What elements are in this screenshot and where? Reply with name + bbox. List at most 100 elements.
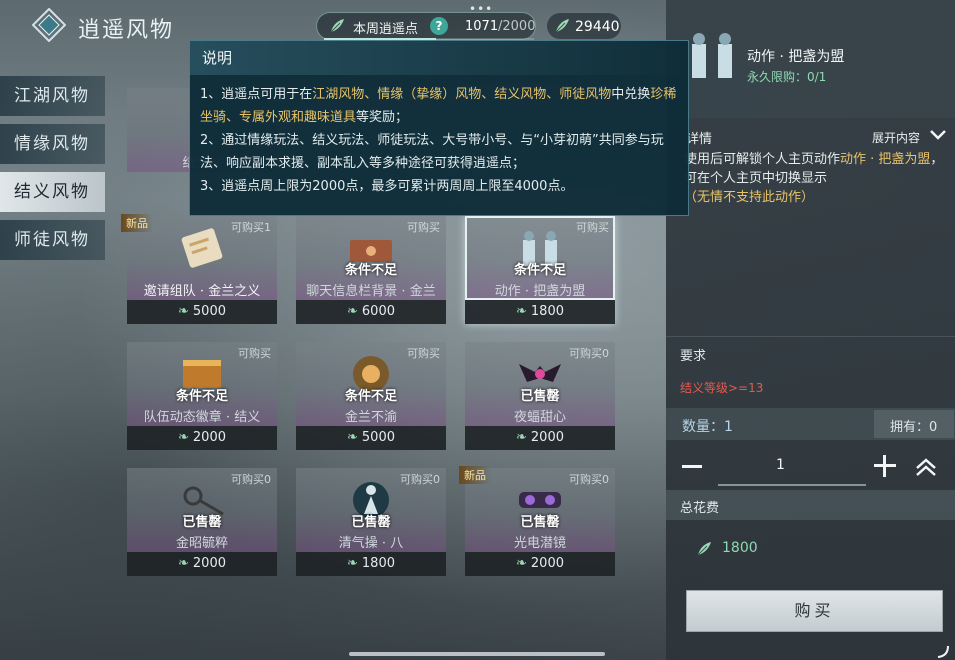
- detail-description: 使用后可解锁个人主页动作动作 · 把盏为盟，可在个人主页中切换显示 （无情不支持…: [684, 152, 944, 205]
- leaf-icon: ❧: [347, 430, 358, 445]
- tooltip-body: 1、逍遥点可用于在江湖风物、情缘（挚缘）风物、结义风物、师徒风物中兑换珍稀坐骑、…: [200, 83, 684, 198]
- card-buy-limit: 可购买: [407, 221, 440, 234]
- max-quantity-icon[interactable]: [914, 456, 938, 478]
- quantity-input[interactable]: 1: [776, 457, 785, 473]
- card-status: 条件不足: [175, 389, 228, 404]
- owned-label: 拥有：0: [890, 420, 938, 435]
- buy-button[interactable]: 购买: [686, 590, 943, 632]
- leaf-icon: ❧: [347, 304, 358, 319]
- quantity-label: 数量：1: [682, 419, 733, 435]
- card-status: 已售罄: [182, 515, 222, 530]
- card-status: 已售罄: [351, 515, 391, 530]
- card-price: ❧ 2000: [465, 426, 615, 450]
- card-buy-limit: 可购买0: [231, 473, 271, 486]
- card-name: 邀请组队 · 金兰之义: [143, 284, 261, 299]
- help-icon[interactable]: ?: [430, 17, 448, 35]
- card-buy-limit: 可购买0: [569, 347, 609, 360]
- new-tag: 新品: [121, 214, 153, 232]
- leaf-icon: [697, 542, 711, 556]
- tooltip-title: 说明: [190, 41, 688, 75]
- tab-jianghu[interactable]: 江湖风物: [0, 76, 105, 116]
- tab-qingyuan[interactable]: 情缘风物: [0, 124, 105, 164]
- card-name: 光电潜镜: [513, 536, 566, 551]
- card-price: ❧ 5000: [296, 426, 446, 450]
- shop-card[interactable]: 可购买 条件不足 队伍动态徽章 · 结义 ❧ 2000: [127, 342, 277, 450]
- points-max: /2000: [498, 19, 536, 34]
- shop-card[interactable]: 新品 可购买1 邀请组队 · 金兰之义 ❧ 5000: [121, 214, 277, 324]
- card-status: 条件不足: [344, 389, 397, 404]
- card-name: 夜蝠甜心: [513, 410, 566, 425]
- card-price: ❧ 2000: [127, 426, 277, 450]
- card-price: ❧ 2000: [465, 552, 615, 576]
- scroll-icon: [181, 228, 223, 268]
- minus-button[interactable]: [682, 456, 704, 476]
- card-price: ❧ 6000: [296, 300, 446, 324]
- card-name: 清气操 · 八: [338, 536, 404, 551]
- new-tag: 新品: [459, 466, 491, 484]
- divider: [666, 336, 955, 337]
- requirement-title: 要求: [680, 349, 707, 364]
- currency-value: 29440: [575, 19, 620, 35]
- shop-card[interactable]: 可购买0 已售罄 金昭毓粹 ❧ 2000: [127, 468, 277, 576]
- points-current: 1071: [465, 19, 499, 34]
- shop-card[interactable]: 可购买 条件不足 聊天信息栏背景 · 金兰 ❧ 6000: [296, 216, 446, 324]
- leaf-icon: [330, 19, 344, 33]
- leaf-icon: ❧: [516, 304, 527, 319]
- card-buy-limit: 可购买: [576, 221, 609, 234]
- card-status: 条件不足: [513, 263, 566, 278]
- detail-limit: 永久限购：0/1: [747, 70, 827, 84]
- plus-button[interactable]: [874, 455, 896, 477]
- page-title: 逍遥风物: [78, 18, 175, 43]
- card-buy-limit: 可购买: [407, 347, 440, 360]
- shop-card[interactable]: 可购买0 已售罄 清气操 · 八 ❧ 1800: [296, 468, 446, 576]
- requirement-text: 结义等级>=13: [680, 381, 764, 395]
- leaf-icon: [555, 19, 569, 33]
- card-price: ❧ 5000: [127, 300, 277, 324]
- gesture-icon: [692, 33, 732, 78]
- card-status: 已售罄: [520, 389, 560, 404]
- leaf-icon: ❧: [178, 304, 189, 319]
- card-buy-limit: 可购买0: [569, 473, 609, 486]
- tab-jieyi[interactable]: 结义风物: [0, 172, 105, 212]
- detail-item-name: 动作 · 把盏为盟: [747, 49, 845, 65]
- shop-card[interactable]: 新品 可购买0 已售罄 光电潜镜 ❧ 2000: [459, 466, 615, 576]
- card-name: 金兰不渝: [344, 410, 397, 425]
- leaf-icon: ❧: [178, 556, 189, 571]
- card-price: ❧ 1800: [465, 300, 615, 324]
- detail-desc-title: 详情: [686, 132, 713, 147]
- leaf-icon: ❧: [178, 430, 189, 445]
- shop-card-selected[interactable]: 可购买 条件不足 动作 · 把盏为盟 ❧ 1800: [465, 216, 615, 324]
- currency-chip: 29440: [546, 12, 622, 40]
- card-name: 金昭毓粹: [175, 536, 228, 551]
- quantity-underline: [718, 484, 866, 486]
- tab-shitu[interactable]: 师徒风物: [0, 220, 105, 260]
- points-label: 本周逍遥点: [353, 22, 419, 37]
- leaf-icon: ❧: [347, 556, 358, 571]
- card-buy-limit: 可购买: [238, 347, 271, 360]
- card-buy-limit: 可购买0: [400, 473, 440, 486]
- shop-card[interactable]: 可购买0 已售罄 夜蝠甜心 ❧ 2000: [465, 342, 615, 450]
- home-indicator: [349, 652, 605, 656]
- card-status: 条件不足: [344, 263, 397, 278]
- expand-button[interactable]: 展开内容: [872, 129, 920, 146]
- shop-card[interactable]: 可购买 条件不足 金兰不渝 ❧ 5000: [296, 342, 446, 450]
- weekly-points-chip: 本周逍遥点 ? 1071 /2000: [316, 12, 536, 40]
- total-value: 1800: [722, 540, 758, 556]
- info-tooltip: 说明 1、逍遥点可用于在江湖风物、情缘（挚缘）风物、结义风物、师徒风物中兑换珍稀…: [189, 40, 689, 216]
- tooltip-line-3: 3、逍遥点周上限为2000点，最多可累计两周周上限至4000点。: [200, 179, 574, 194]
- chevron-down-icon[interactable]: [929, 129, 947, 141]
- leaf-icon: ❧: [516, 430, 527, 445]
- card-status: 已售罄: [520, 515, 560, 530]
- total-title: 总花费: [680, 501, 720, 516]
- card-buy-limit: 可购买1: [231, 221, 271, 234]
- leaf-icon: ❧: [516, 556, 527, 571]
- detail-panel: 动作 · 把盏为盟 永久限购：0/1 详情 展开内容 使用后可解锁个人主页动作动…: [666, 0, 955, 660]
- resize-hook-icon: [937, 645, 949, 658]
- card-name: 动作 · 把盏为盟: [494, 284, 586, 299]
- card-price: ❧ 2000: [127, 552, 277, 576]
- logo-icon: [32, 8, 66, 42]
- tooltip-line-2: 2、通过情缘玩法、结义玩法、师徒玩法、大号带小号、与“小芽初萌”共同参与玩法、响…: [200, 133, 664, 171]
- card-name: 聊天信息栏背景 · 金兰: [306, 284, 436, 299]
- card-name: 队伍动态徽章 · 结义: [143, 410, 261, 425]
- tooltip-line-1: 1、逍遥点可用于在江湖风物、情缘（挚缘）风物、结义风物、师徒风物中兑换珍稀坐骑、…: [200, 87, 677, 125]
